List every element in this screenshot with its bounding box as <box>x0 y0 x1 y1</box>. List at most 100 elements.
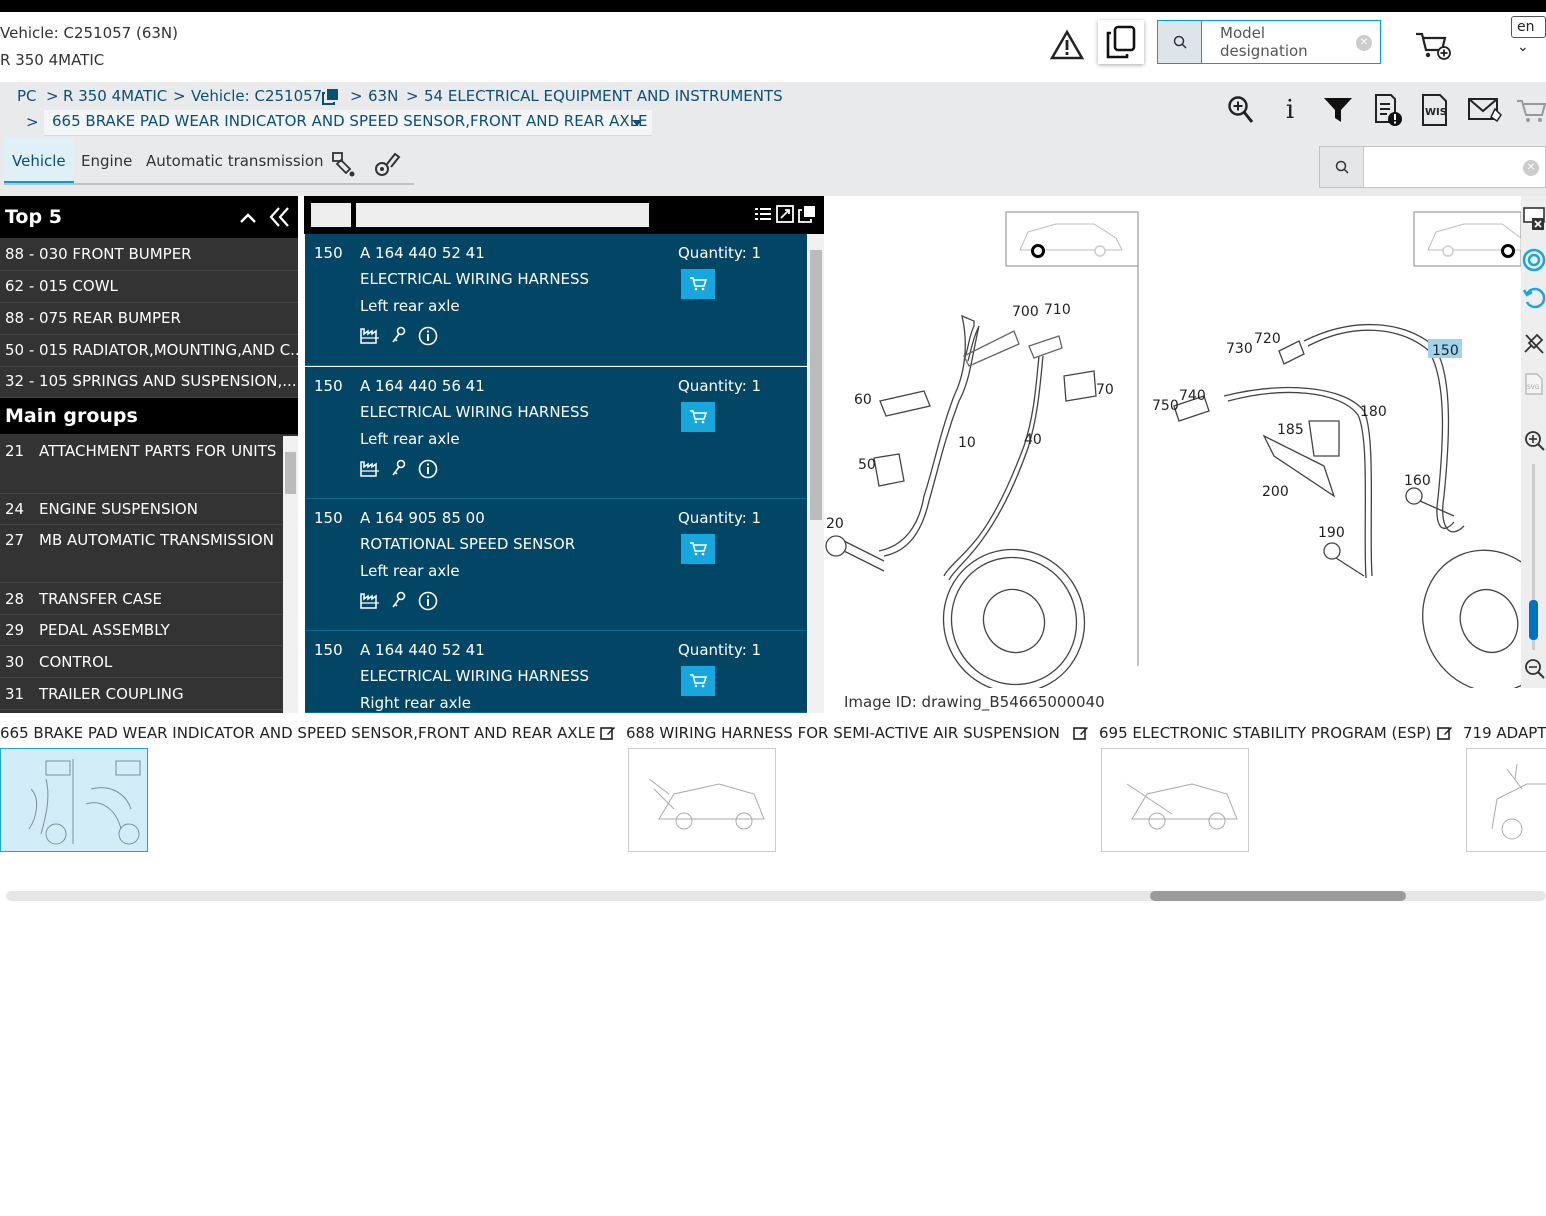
thumbnail-title[interactable]: 719 ADAPT <box>1463 724 1546 742</box>
thumbnail[interactable] <box>628 748 776 852</box>
part-row[interactable]: 150 A 164 440 52 41 ELECTRICAL WIRING HA… <box>305 631 807 713</box>
subgroup-dropdown[interactable]: 665 BRAKE PAD WEAR INDICATOR AND SPEED S… <box>44 110 652 136</box>
add-to-cart-button[interactable] <box>681 534 715 564</box>
key-icon[interactable] <box>390 459 408 483</box>
svg-export-icon[interactable]: SVG <box>1524 372 1544 400</box>
top5-item[interactable]: 50 - 015 RADIATOR,MOUNTING,AND C... <box>0 335 298 367</box>
horizontal-scrollbar-thumb[interactable] <box>1150 891 1406 901</box>
close-drawing-icon[interactable] <box>1523 206 1546 234</box>
image-id: Image ID: drawing_B54665000040 <box>844 693 1105 711</box>
model-search[interactable]: Model designation ✕ <box>1157 20 1381 64</box>
mail-icon[interactable] <box>1466 92 1504 128</box>
popout-icon[interactable] <box>798 205 816 223</box>
add-to-cart-button[interactable] <box>681 402 715 432</box>
add-cart-icon[interactable] <box>1414 28 1452 62</box>
copy-vin-button[interactable] <box>1098 20 1144 64</box>
cart-icon[interactable] <box>1515 92 1546 128</box>
part-row[interactable]: 150 A 164 440 52 41 ELECTRICAL WIRING HA… <box>305 234 807 366</box>
thumbnail-title[interactable]: 665 BRAKE PAD WEAR INDICATOR AND SPEED S… <box>0 724 596 742</box>
factory-icon[interactable] <box>360 459 380 483</box>
edit-icon[interactable] <box>1437 725 1453 741</box>
info-circle-icon[interactable] <box>418 459 438 483</box>
main-group-item[interactable]: 27 MB AUTOMATIC TRANSMISSION <box>0 525 282 583</box>
part-quantity: Quantity: 1 <box>678 509 762 527</box>
part-search[interactable]: ✕ <box>1319 146 1546 188</box>
copy-icon[interactable] <box>322 88 339 109</box>
info-circle-icon[interactable] <box>418 591 438 615</box>
breadcrumb-code[interactable]: 63N <box>368 87 398 105</box>
thumbnail-title[interactable]: 688 WIRING HARNESS FOR SEMI-ACTIVE AIR S… <box>626 724 1060 742</box>
tab-engine[interactable]: Engine <box>73 138 140 184</box>
reset-icon[interactable] <box>1522 286 1546 314</box>
breadcrumb-model[interactable]: R 350 4MATIC <box>63 87 167 105</box>
zoom-in-icon[interactable] <box>1225 92 1257 128</box>
collapse-left-icon[interactable] <box>268 206 292 228</box>
edit-icon[interactable] <box>1073 725 1089 741</box>
clear-icon[interactable]: ✕ <box>1356 35 1372 51</box>
thumbnail[interactable] <box>1101 748 1249 852</box>
info-icon[interactable]: i <box>1274 92 1306 128</box>
warning-icon[interactable] <box>1049 29 1085 61</box>
breadcrumb-vehicle[interactable]: Vehicle: C251057 <box>191 87 322 105</box>
main-group-item[interactable]: 28 TRANSFER CASE <box>0 584 282 615</box>
part-number: A 164 440 52 41 <box>360 641 485 659</box>
expand-icon[interactable] <box>776 205 794 223</box>
top5-item[interactable]: 88 - 075 REAR BUMPER <box>0 303 298 335</box>
top5-item[interactable]: 32 - 105 SPRINGS AND SUSPENSION,... <box>0 366 298 398</box>
add-to-cart-button[interactable] <box>681 269 715 299</box>
search-icon[interactable] <box>1320 147 1364 187</box>
list-view-icon[interactable] <box>754 206 772 222</box>
clear-icon[interactable]: ✕ <box>1523 160 1539 176</box>
filter-pos-input[interactable] <box>311 203 351 227</box>
parts-scrollbar-thumb[interactable] <box>810 250 822 520</box>
main-group-item[interactable]: 31 TRAILER COUPLING <box>0 679 282 710</box>
main-group-item[interactable]: 24 ENGINE SUSPENSION <box>0 494 282 525</box>
tab-automatic-transmission[interactable]: Automatic transmission <box>138 138 332 184</box>
main-group-item[interactable]: 21 ATTACHMENT PARTS FOR UNITS <box>0 436 282 494</box>
model-search-input[interactable]: Model designation <box>1202 21 1356 63</box>
part-row[interactable]: 150 A 164 905 85 00 ROTATIONAL SPEED SEN… <box>305 499 807 631</box>
factory-icon[interactable] <box>360 326 380 350</box>
wheel-tool-icon[interactable] <box>373 150 401 182</box>
filter-icon[interactable] <box>1322 92 1354 128</box>
callout-label: 70 <box>1096 382 1114 398</box>
breadcrumb-pc[interactable]: PC <box>17 87 37 105</box>
top5-item[interactable]: 88 - 030 FRONT BUMPER <box>0 239 298 271</box>
zoom-out-icon[interactable] <box>1524 658 1546 684</box>
front-view-marker <box>1005 211 1139 267</box>
thumbnail-selected[interactable] <box>0 748 148 852</box>
search-icon[interactable] <box>1158 21 1202 63</box>
top5-item[interactable]: 62 - 015 COWL <box>0 271 298 303</box>
main-group-item[interactable]: 29 PEDAL ASSEMBLY <box>0 615 282 646</box>
wis-icon[interactable]: WIS <box>1419 92 1451 128</box>
thumbnail-title[interactable]: 695 ELECTRONIC STABILITY PROGRAM (ESP) <box>1099 724 1431 742</box>
filter-text-input[interactable] <box>356 203 649 227</box>
info-circle-icon[interactable] <box>418 326 438 350</box>
zoom-slider-fill[interactable] <box>1529 600 1538 640</box>
factory-icon[interactable] <box>360 591 380 615</box>
document-alert-icon[interactable] <box>1372 92 1404 128</box>
groups-scrollbar-thumb[interactable] <box>285 452 296 494</box>
part-name: ELECTRICAL WIRING HARNESS <box>360 270 590 288</box>
group-number: 24 <box>5 500 25 518</box>
part-row[interactable]: 150 A 164 440 56 41 ELECTRICAL WIRING HA… <box>305 367 807 499</box>
add-to-cart-button[interactable] <box>681 666 715 696</box>
part-quantity: Quantity: 1 <box>678 377 762 395</box>
exploded-parts-drawing[interactable]: 700 710 60 70 10 40 50 20 730 720 150 75… <box>824 196 1521 688</box>
key-icon[interactable] <box>390 591 408 615</box>
thumbnail[interactable] <box>1466 748 1546 852</box>
collapse-up-icon[interactable] <box>238 208 258 228</box>
paint-tool-icon[interactable] <box>330 150 358 182</box>
unpin-icon[interactable] <box>1523 332 1545 360</box>
parts-list-panel: 150 A 164 440 52 41 ELECTRICAL WIRING HA… <box>304 196 824 713</box>
target-icon[interactable] <box>1522 248 1546 276</box>
callout-label: 50 <box>858 457 876 473</box>
key-icon[interactable] <box>390 326 408 350</box>
main-group-item[interactable]: 30 CONTROL <box>0 647 282 678</box>
breadcrumb-group[interactable]: 54 ELECTRICAL EQUIPMENT AND INSTRUMENTS <box>424 87 783 105</box>
tab-vehicle[interactable]: Vehicle <box>4 138 74 184</box>
callout-label: 740 <box>1179 388 1206 404</box>
language-select[interactable]: en ⌄ <box>1511 16 1546 55</box>
zoom-in-icon[interactable] <box>1524 430 1546 456</box>
edit-icon[interactable] <box>600 725 616 741</box>
